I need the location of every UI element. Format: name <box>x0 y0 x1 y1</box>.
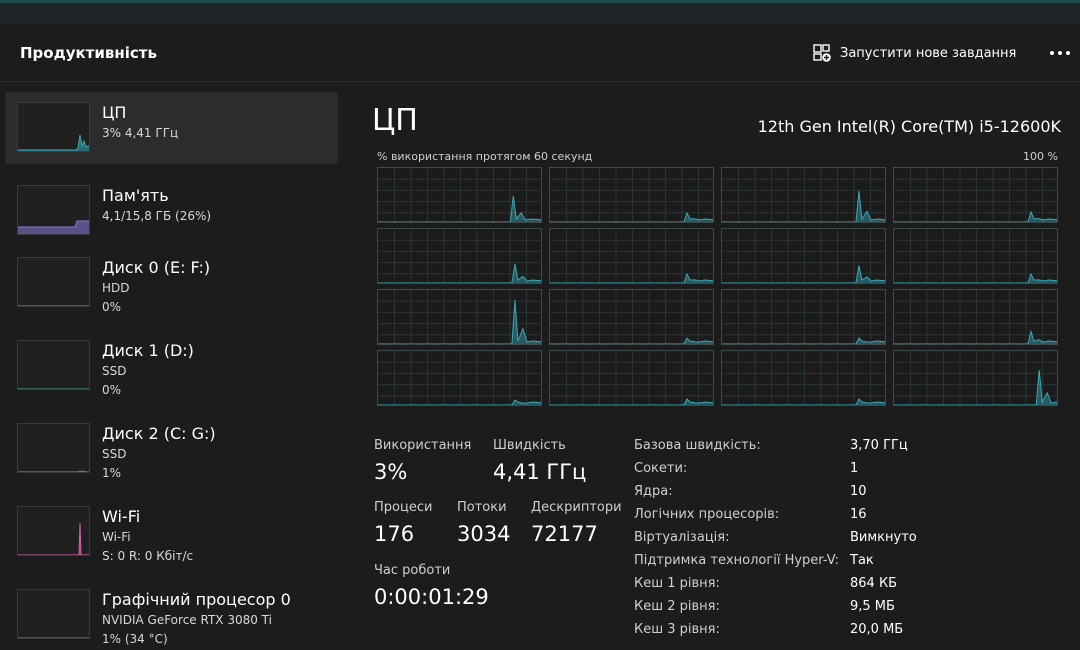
sidebar-item-title: Графічний процесор 0 <box>102 590 291 609</box>
logical-processor-graph <box>377 228 542 284</box>
sidebar-item-title: Wi-Fi <box>102 507 141 526</box>
logical-processor-graph <box>549 289 714 345</box>
logical-processor-graph <box>721 289 886 345</box>
usage-label: Використання <box>374 438 472 453</box>
detail-key: Кеш 1 рівня: <box>634 576 720 591</box>
detail-key: Кеш 3 рівня: <box>634 622 720 637</box>
sidebar-thumbnail-graph <box>17 340 90 390</box>
sidebar-item-value: 0% <box>102 383 122 397</box>
detail-key: Ядра: <box>634 484 673 499</box>
handles-value: 72177 <box>531 522 598 546</box>
sidebar-item-title: Диск 2 (C: G:) <box>102 424 216 443</box>
detail-key: Віртуалізація: <box>634 530 730 545</box>
detail-value: 1 <box>850 461 859 476</box>
resource-heading: ЦП <box>372 103 418 138</box>
detail-value: 9,5 МБ <box>850 599 895 614</box>
sidebar-item-detail: 4,1/15,8 ГБ (26%) <box>102 209 212 223</box>
detail-value: 864 КБ <box>850 576 898 591</box>
threads-label: Потоки <box>457 500 507 515</box>
usage-value: 3% <box>374 460 408 484</box>
sidebar-item-disk-2[interactable]: Диск 2 (C: G:) SSD 1% <box>5 413 338 485</box>
logical-processor-graph <box>377 167 542 223</box>
sidebar-item-disk-1[interactable]: Диск 1 (D:) SSD 0% <box>5 330 338 402</box>
title-bar-accent <box>0 0 1080 3</box>
sidebar-item-title: Диск 1 (D:) <box>102 341 194 360</box>
sidebar-item-value: 1% <box>102 466 122 480</box>
speed-value: 4,41 ГГц <box>493 460 587 484</box>
logical-processor-graph <box>721 167 886 223</box>
logical-processor-graphs[interactable] <box>377 167 1058 406</box>
cpu-model: 12th Gen Intel(R) Core(TM) i5-12600K <box>757 117 1061 136</box>
detail-key: Сокети: <box>634 461 688 476</box>
sidebar-item-detail: NVIDIA GeForce RTX 3080 Ti <box>102 613 272 627</box>
sidebar-item-detail: 3% 4,41 ГГц <box>102 126 179 140</box>
sidebar-thumbnail-graph <box>17 423 90 473</box>
logical-processor-graph <box>549 350 714 406</box>
utilization-label: % використання протягом 60 секунд <box>377 150 593 163</box>
detail-key: Базова швидкість: <box>634 438 761 453</box>
threads-value: 3034 <box>457 522 511 546</box>
logical-processor-graph <box>721 228 886 284</box>
page-title: Продуктивність <box>20 44 157 62</box>
logical-processor-graph <box>377 289 542 345</box>
page-header: Продуктивність Запустити нове завдання <box>0 24 1080 82</box>
sidebar-item-wifi[interactable]: Wi-Fi Wi-Fi S: 0 R: 0 Кбіт/с <box>5 496 338 568</box>
processes-label: Процеси <box>374 500 433 515</box>
detail-value: 10 <box>850 484 867 499</box>
sidebar-item-title: Диск 0 (E: F:) <box>102 258 211 277</box>
sidebar-item-detail: Wi-Fi <box>102 530 131 544</box>
resource-sidebar: ЦП 3% 4,41 ГГц Пам'ять 4,1/15,8 ГБ (26%) Дис… <box>0 83 345 650</box>
sidebar-item-gpu-0[interactable]: Графічний процесор 0 NVIDIA GeForce RTX 3… <box>5 579 338 650</box>
run-new-task-button[interactable]: Запустити нове завдання <box>812 40 1016 66</box>
detail-key: Кеш 2 рівня: <box>634 599 720 614</box>
detail-value: 3,70 ГГц <box>850 438 908 453</box>
logical-processor-graph <box>893 167 1058 223</box>
sidebar-item-cpu[interactable]: ЦП 3% 4,41 ГГц <box>5 92 338 164</box>
sidebar-thumbnail-graph <box>17 589 90 639</box>
title-bar <box>0 0 1080 24</box>
run-new-task-label: Запустити нове завдання <box>840 45 1017 61</box>
sidebar-item-title: ЦП <box>102 103 127 122</box>
detail-key: Логічних процесорів: <box>634 507 780 522</box>
sidebar-item-disk-0[interactable]: Диск 0 (E: F:) HDD 0% <box>5 247 338 319</box>
sidebar-thumbnail-graph <box>17 257 90 307</box>
detail-value: Так <box>850 553 874 568</box>
sidebar-thumbnail-graph <box>17 506 90 556</box>
utilization-max-label: 100 % <box>1023 150 1058 163</box>
more-icon <box>1050 51 1070 55</box>
sidebar-item-value: 0% <box>102 300 122 314</box>
handles-label: Дескриптори <box>531 500 622 515</box>
detail-value: 16 <box>850 507 867 522</box>
logical-processor-graph <box>893 289 1058 345</box>
logical-processor-graph <box>549 167 714 223</box>
sidebar-item-detail: HDD <box>102 281 130 295</box>
logical-processor-graph <box>549 228 714 284</box>
uptime-label: Час роботи <box>374 563 451 578</box>
logical-processor-graph <box>893 228 1058 284</box>
logical-processor-graph <box>377 350 542 406</box>
sidebar-item-title: Пам'ять <box>102 186 169 205</box>
sidebar-item-memory[interactable]: Пам'ять 4,1/15,8 ГБ (26%) <box>5 175 338 247</box>
processes-value: 176 <box>374 522 415 546</box>
detail-value: Вимкнуто <box>850 530 917 545</box>
detail-value: 20,0 МБ <box>850 622 904 637</box>
sidebar-thumbnail-graph <box>17 185 90 235</box>
sidebar-item-value: 1% (34 °C) <box>102 632 168 646</box>
sidebar-item-detail: SSD <box>102 447 127 461</box>
more-options-button[interactable] <box>1046 40 1074 66</box>
sidebar-item-detail: SSD <box>102 364 127 378</box>
detail-key: Підтримка технології Hyper-V: <box>634 553 839 568</box>
speed-label: Швидкість <box>493 438 566 453</box>
sidebar-item-value: S: 0 R: 0 Кбіт/с <box>102 549 194 563</box>
logical-processor-graph <box>721 350 886 406</box>
logical-processor-graph <box>893 350 1058 406</box>
sidebar-thumbnail-graph <box>17 102 90 152</box>
uptime-value: 0:00:01:29 <box>374 585 489 609</box>
cpu-details-pane: ЦП 12th Gen Intel(R) Core(TM) i5-12600K … <box>345 83 1080 650</box>
new-task-icon <box>813 44 831 62</box>
